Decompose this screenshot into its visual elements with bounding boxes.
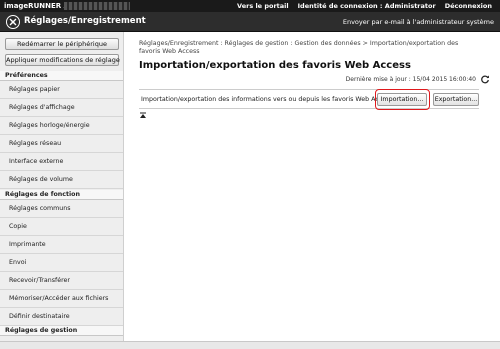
sidebar-section-management: Réglages de gestion [0, 326, 123, 336]
sidebar-item-volume[interactable]: Réglages de volume [0, 171, 123, 189]
sidebar-item-external-interface[interactable]: Interface externe [0, 153, 123, 171]
export-button[interactable]: Exportation... [433, 93, 479, 106]
import-export-row: Importation/exportation des informations… [139, 89, 479, 110]
main-content: Réglages/Enregistrement : Réglages de ge… [125, 32, 500, 349]
sidebar-section-preferences: Préférences [0, 71, 123, 81]
sidebar-section-function: Réglages de fonction [0, 190, 123, 200]
top-links: Vers le portail Identité de connexion : … [237, 2, 492, 10]
top-bar: imageRUNNER ADVANCE Vers le portail Iden… [0, 0, 500, 12]
last-updated-label: Dernière mise à jour : 15/04 2015 16:00:… [345, 76, 476, 83]
page-title: Importation/exportation des favoris Web … [139, 60, 411, 71]
import-button[interactable]: Importation... [377, 93, 427, 106]
page-header-title: Réglages/Enregistrement [24, 16, 146, 26]
restart-device-button[interactable]: Redémarrer le périphérique [5, 38, 119, 50]
login-id-label: Identité de connexion : Administrator [297, 2, 436, 10]
sidebar: Redémarrer le périphérique Appliquer mod… [0, 32, 124, 349]
sidebar-item-copy[interactable]: Copie [0, 218, 123, 236]
portal-link[interactable]: Vers le portail [237, 2, 289, 10]
sidebar-item-network[interactable]: Réglages réseau [0, 135, 123, 153]
horizontal-scrollbar[interactable] [0, 341, 500, 349]
sidebar-item-paper[interactable]: Réglages papier [0, 81, 123, 99]
sidebar-item-clock-energy[interactable]: Réglages horloge/énergie [0, 117, 123, 135]
sidebar-item-printer[interactable]: Imprimante [0, 236, 123, 254]
refresh-icon[interactable] [480, 74, 490, 84]
sidebar-item-send[interactable]: Envoi [0, 254, 123, 272]
logout-link[interactable]: Déconnexion [445, 2, 492, 10]
sidebar-item-display[interactable]: Réglages d'affichage [0, 99, 123, 117]
back-to-top-icon[interactable] [139, 112, 147, 120]
sidebar-item-receive-forward[interactable]: Recevoir/Transférer [0, 272, 123, 290]
sidebar-item-store-access-files[interactable]: Mémoriser/Accéder aux fichiers [0, 290, 123, 308]
apply-settings-button[interactable]: Appliquer modifications de réglage [5, 54, 120, 66]
settings-tools-icon [6, 15, 20, 29]
email-admin-link[interactable]: Envoyer par e-mail à l'administrateur sy… [343, 18, 494, 26]
sidebar-item-set-destination[interactable]: Définir destinataire [0, 308, 123, 326]
import-export-description: Importation/exportation des informations… [141, 96, 393, 103]
breadcrumb: Réglages/Enregistrement : Réglages de ge… [139, 40, 459, 55]
page-header: Réglages/Enregistrement Envoyer par e-ma… [0, 12, 500, 32]
sidebar-item-common[interactable]: Réglages communs [0, 200, 123, 218]
obscured-device-name [64, 2, 130, 10]
